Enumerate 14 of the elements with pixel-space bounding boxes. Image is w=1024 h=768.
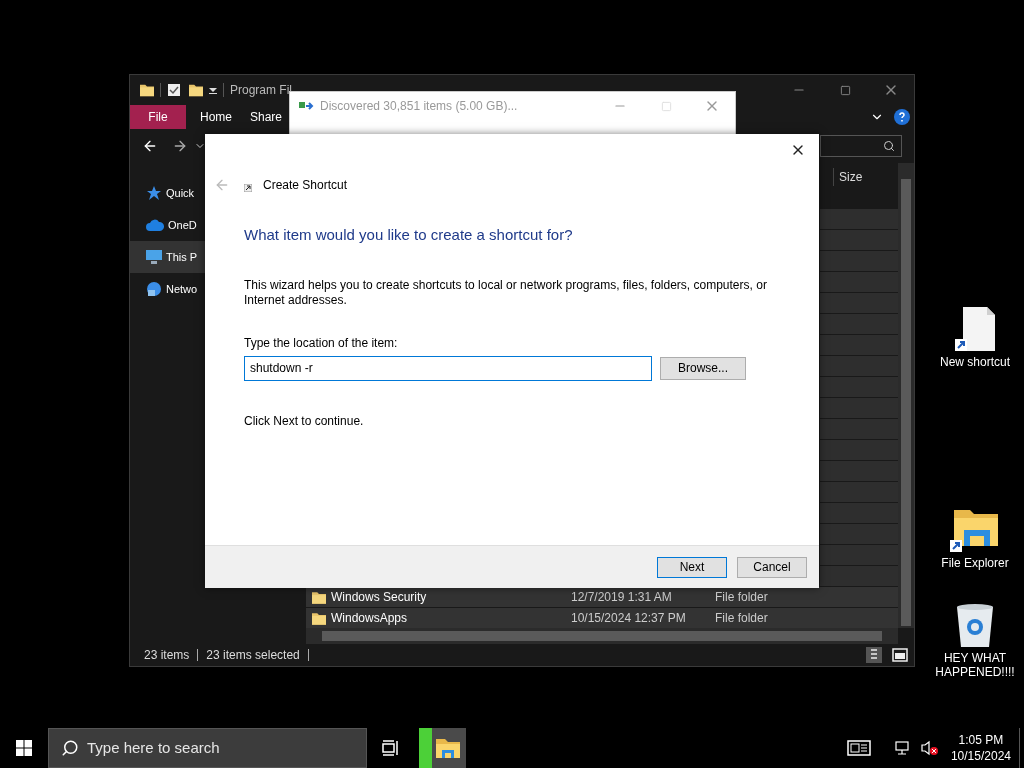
file-date: 12/7/2019 1:31 AM bbox=[571, 589, 673, 606]
item-count: 23 items bbox=[144, 647, 190, 664]
dialog-title: Create Shortcut bbox=[263, 177, 348, 194]
file-name: WindowsApps bbox=[331, 610, 409, 627]
window-title: Discovered 30,851 items (5.00 GB)... bbox=[320, 98, 518, 115]
instruction-text: Click Next to continue. bbox=[244, 412, 364, 430]
file-name: Windows Security bbox=[331, 589, 428, 606]
file-date: 10/15/2024 12:37 PM bbox=[571, 610, 687, 627]
dialog-heading: What item would you like to create a shortcut for? bbox=[244, 225, 573, 245]
file-type: File folder bbox=[715, 610, 768, 627]
selection-count: 23 items selected bbox=[206, 647, 300, 664]
wizard-description: This wizard helps you to create shortcuts to local or network programs, files, folders, computers, or Internet addresses. bbox=[244, 277, 768, 308]
field-label: Type the location of the item: bbox=[244, 334, 398, 352]
file-type: File folder bbox=[715, 589, 768, 606]
